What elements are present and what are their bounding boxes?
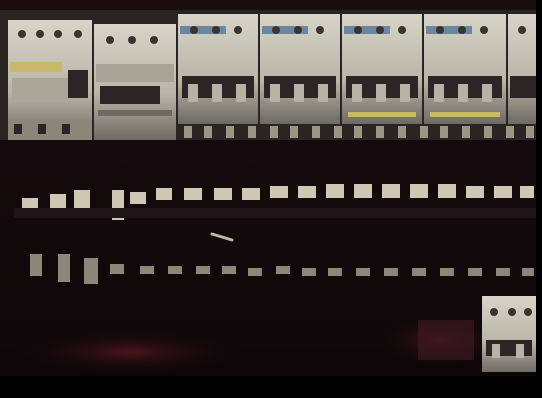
photo-scene — [0, 0, 542, 398]
right-black-strip — [536, 0, 542, 398]
small-dim-block — [418, 320, 474, 360]
red-glow-left — [20, 330, 240, 374]
breaker-group-3 — [342, 14, 422, 124]
breaker-group-4 — [424, 14, 506, 124]
middle-rail-shadow — [14, 208, 536, 218]
bottom-right-module — [482, 296, 536, 372]
main-switch-module — [94, 24, 176, 140]
rcd-module-left — [8, 20, 92, 140]
breaker-group-5-partial — [508, 14, 536, 124]
bottom-black-band — [0, 376, 542, 398]
breaker-group-2 — [260, 14, 340, 124]
breaker-group-1 — [178, 14, 258, 124]
